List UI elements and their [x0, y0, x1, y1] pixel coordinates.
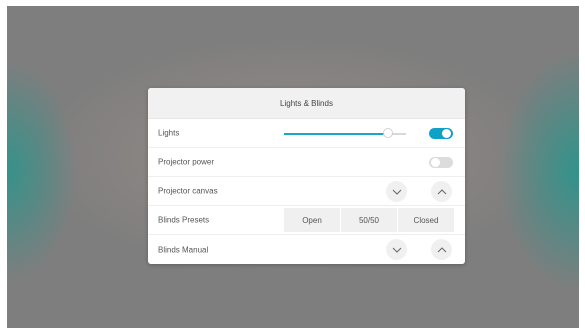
lights-label: Lights — [158, 128, 180, 138]
preset-half-button[interactable]: 50/50 — [341, 208, 397, 232]
lights-slider-fill — [284, 133, 388, 135]
preset-closed-button[interactable]: Closed — [398, 208, 454, 232]
lights-toggle-knob — [442, 129, 451, 138]
lights-blinds-panel: Lights & Blinds Lights Projector power P… — [148, 88, 465, 264]
lights-toggle[interactable] — [429, 128, 453, 139]
projector-power-toggle[interactable] — [429, 157, 453, 168]
projector-canvas-up-button[interactable] — [431, 181, 452, 202]
background-screen: Lights & Blinds Lights Projector power P… — [7, 6, 579, 328]
blinds-manual-label: Blinds Manual — [158, 245, 209, 254]
projector-canvas-label: Projector canvas — [158, 186, 218, 196]
row-projector-power: Projector power — [148, 148, 465, 177]
blinds-manual-up-button[interactable] — [431, 239, 452, 260]
chevron-down-icon — [392, 247, 401, 253]
row-blinds-manual: Blinds Manual — [148, 235, 465, 264]
row-blinds-presets: Blinds Presets Open 50/50 Closed — [148, 206, 465, 235]
blinds-presets-group: Open 50/50 Closed — [284, 208, 454, 232]
chevron-up-icon — [437, 188, 446, 194]
projector-power-label: Projector power — [158, 157, 215, 167]
chevron-up-icon — [437, 246, 446, 252]
blinds-presets-label: Blinds Presets — [158, 215, 210, 225]
panel-title: Lights & Blinds — [148, 88, 465, 119]
projector-canvas-down-button[interactable] — [386, 181, 407, 202]
row-projector-canvas: Projector canvas — [148, 177, 465, 206]
row-lights: Lights — [148, 119, 465, 148]
preset-open-button[interactable]: Open — [284, 208, 340, 232]
lights-slider[interactable] — [284, 128, 406, 138]
lights-slider-thumb[interactable] — [382, 128, 393, 138]
chevron-down-icon — [392, 189, 401, 195]
projector-power-toggle-knob — [431, 158, 440, 167]
blinds-manual-down-button[interactable] — [386, 239, 407, 260]
